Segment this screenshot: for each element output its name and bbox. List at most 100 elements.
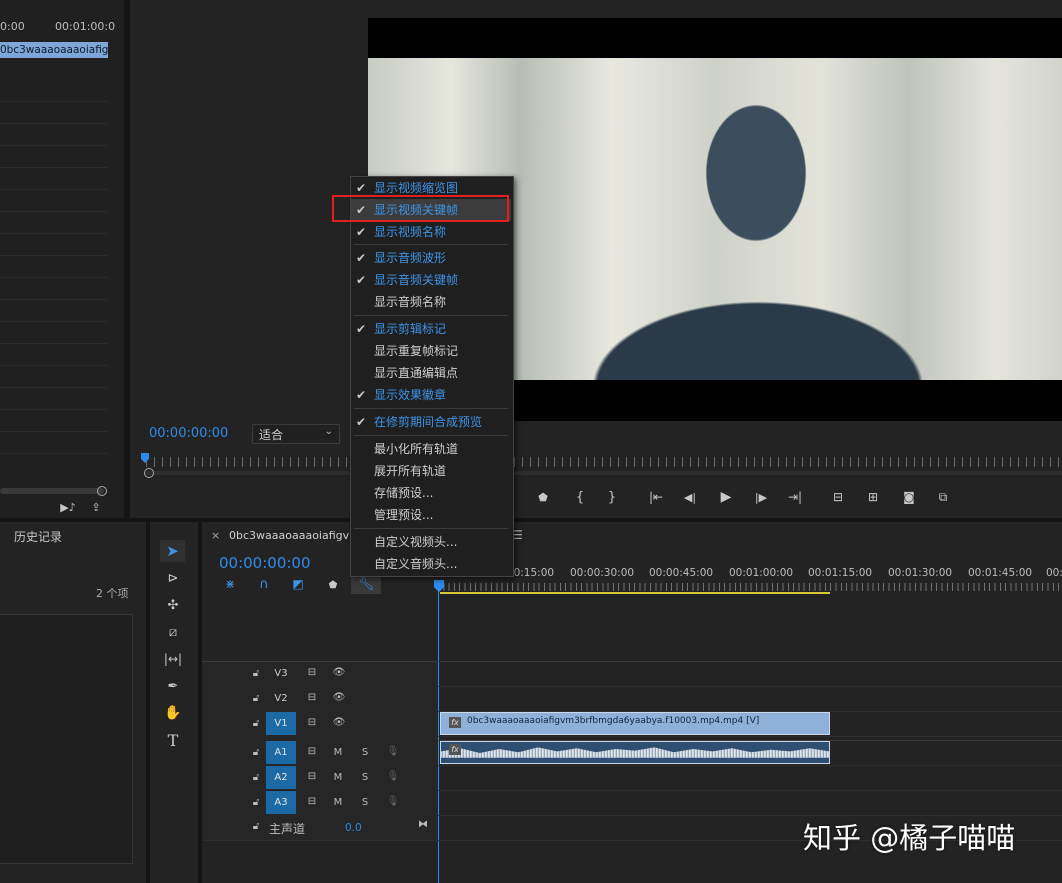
lock-icon[interactable]: 🔓︎	[249, 821, 263, 832]
insert-audio-icon[interactable]: ▶♪	[60, 500, 76, 514]
linked-selection-icon[interactable]: ◩	[290, 577, 306, 591]
sync-lock-icon[interactable]: ⊟	[305, 692, 319, 703]
go-to-in-icon[interactable]: |⇤	[648, 490, 664, 504]
go-to-end-icon[interactable]: ⧓	[416, 819, 430, 830]
add-marker-timeline-icon[interactable]: ⬟	[326, 578, 340, 592]
solo-button[interactable]: S	[358, 772, 372, 783]
sync-lock-icon[interactable]: ⊟	[305, 796, 319, 807]
ripple-edit-tool-icon[interactable]: ✣	[162, 595, 184, 615]
eye-icon[interactable]: 👁︎	[332, 667, 346, 678]
menu-item-save-preset[interactable]: 存储预设...	[351, 482, 511, 504]
timeline-timecode[interactable]: 00:00:00:00	[219, 554, 311, 572]
lock-icon[interactable]: 🔓︎	[249, 718, 263, 729]
menu-item-show-video-names[interactable]: ✔ 显示视频名称	[351, 221, 511, 243]
time-ruler[interactable]	[438, 583, 1062, 591]
play-icon[interactable]: ▶	[718, 489, 734, 505]
track-label-v3[interactable]: V3	[266, 662, 296, 685]
fx-badge: fx	[449, 717, 461, 728]
hand-tool-icon[interactable]: ✋	[162, 703, 184, 723]
menu-item-show-audio-waveform[interactable]: ✔ 显示音频波形	[351, 247, 511, 269]
wrench-icon[interactable]: 🔧︎	[351, 575, 381, 594]
lift-icon[interactable]: ⊟	[829, 489, 847, 505]
track-label-v2[interactable]: V2	[266, 687, 296, 710]
eye-icon[interactable]: 👁︎	[332, 717, 346, 728]
solo-button[interactable]: S	[358, 747, 372, 758]
track-label-a1[interactable]: A1	[266, 741, 296, 764]
step-back-icon[interactable]: ◀|	[683, 490, 697, 504]
sequence-tab[interactable]: 0bc3waaaoaaaoiafigvm3	[229, 529, 367, 542]
lock-icon[interactable]: 🔓︎	[249, 797, 263, 808]
menu-separator	[354, 408, 508, 409]
menu-item-show-through-edits[interactable]: 显示直通编辑点	[351, 362, 511, 384]
source-scrollbar[interactable]	[0, 488, 104, 494]
video-clip[interactable]: fx 0bc3waaaoaaaoiafigvm3brfbmgda6yaabya.…	[440, 712, 830, 735]
work-area-bar[interactable]	[440, 592, 830, 594]
fx-badge: fx	[449, 744, 461, 755]
program-timecode[interactable]: 00:00:00:00	[149, 426, 228, 441]
timeline-settings-menu: ✔ 显示视频缩览图 ✔ 显示视频关键帧 ✔ 显示视频名称 ✔ 显示音频波形 ✔ 显示音频关…	[350, 176, 514, 577]
microphone-icon[interactable]: 🎙︎	[386, 796, 400, 807]
export-frame-icon[interactable]: ◙	[900, 489, 918, 505]
sync-lock-icon[interactable]: ⊟	[305, 771, 319, 782]
menu-item-minimize-all-tracks[interactable]: 最小化所有轨道	[351, 438, 511, 460]
sync-lock-icon[interactable]: ⊟	[305, 746, 319, 757]
eye-icon[interactable]: 👁︎	[332, 692, 346, 703]
lock-icon[interactable]: 🔓︎	[249, 668, 263, 679]
lock-icon[interactable]: 🔓︎	[249, 772, 263, 783]
menu-item-show-clip-markers[interactable]: ✔ 显示剪辑标记	[351, 318, 511, 340]
audio-clip[interactable]: fx	[440, 741, 830, 764]
menu-item-expand-all-tracks[interactable]: 展开所有轨道	[351, 460, 511, 482]
zoom-handle-icon[interactable]	[144, 468, 154, 478]
menu-item-show-fx-badges[interactable]: ✔ 显示效果徽章	[351, 384, 511, 406]
step-forward-icon[interactable]: |▶	[754, 490, 768, 504]
scroll-handle-icon[interactable]	[97, 486, 107, 496]
extract-icon[interactable]: ⊞	[864, 489, 882, 505]
menu-item-composite-preview-during-trim[interactable]: ✔ 在修剪期间合成预览	[351, 411, 511, 433]
fit-select[interactable]: 适合 ⌄	[252, 424, 340, 444]
mute-button[interactable]: M	[331, 797, 345, 808]
master-volume-value[interactable]: 0.0	[345, 822, 362, 834]
program-zoom-bar[interactable]	[146, 471, 1062, 475]
chevron-down-icon: ⌄	[324, 426, 333, 437]
close-tab-icon[interactable]: ×	[211, 529, 220, 542]
compare-view-icon[interactable]: ⧉	[934, 489, 952, 505]
slip-tool-icon[interactable]: |↔|	[162, 649, 184, 669]
export-icon[interactable]: ⇪	[88, 500, 104, 514]
lock-icon[interactable]: 🔓︎	[249, 747, 263, 758]
menu-separator	[354, 244, 508, 245]
menu-item-show-duplicate-frame-markers[interactable]: 显示重复帧标记	[351, 340, 511, 362]
mute-button[interactable]: M	[331, 772, 345, 783]
track-label-a3[interactable]: A3	[266, 791, 296, 814]
mute-button[interactable]: M	[331, 747, 345, 758]
history-list	[0, 614, 133, 864]
microphone-icon[interactable]: 🎙︎	[386, 746, 400, 757]
track-select-tool-icon[interactable]: ⊳	[162, 568, 184, 588]
menu-item-customize-audio-header[interactable]: 自定义音频头...	[351, 553, 511, 575]
ruler-label-4: 00:01:00:00	[729, 567, 794, 579]
razor-tool-icon[interactable]: ⧄	[162, 622, 184, 642]
sync-lock-icon[interactable]: ⊟	[305, 717, 319, 728]
menu-item-customize-video-header[interactable]: 自定义视频头...	[351, 531, 511, 553]
program-ruler[interactable]	[146, 457, 1062, 467]
sync-lock-icon[interactable]: ⊟	[305, 667, 319, 678]
lock-icon[interactable]: 🔓︎	[249, 693, 263, 704]
track-label-a2[interactable]: A2	[266, 766, 296, 789]
type-tool-icon[interactable]: T	[162, 730, 184, 750]
snap-icon[interactable]: ∩	[256, 577, 272, 592]
menu-item-show-audio-names[interactable]: 显示音频名称	[351, 291, 511, 313]
add-marker-icon[interactable]: ⬟	[536, 490, 550, 504]
source-clip[interactable]: 0bc3waaaoaaaoiafigvr	[0, 42, 108, 58]
go-to-out-icon[interactable]: ⇥|	[787, 490, 803, 504]
menu-item-show-audio-keyframes[interactable]: ✔ 显示音频关键帧	[351, 269, 511, 291]
ruler-label-7: 00:01:45:00	[968, 567, 1033, 579]
mark-in-icon[interactable]: {	[573, 490, 587, 505]
selection-tool-icon[interactable]: ➤	[160, 540, 185, 562]
track-label-v1[interactable]: V1	[266, 712, 296, 735]
solo-button[interactable]: S	[358, 797, 372, 808]
microphone-icon[interactable]: 🎙︎	[386, 771, 400, 782]
nest-icon[interactable]: ⋇	[222, 577, 238, 591]
menu-item-manage-presets[interactable]: 管理预设...	[351, 504, 511, 526]
mark-out-icon[interactable]: }	[605, 490, 619, 505]
history-title[interactable]: 历史记录	[14, 528, 62, 545]
pen-tool-icon[interactable]: ✒	[162, 676, 184, 696]
